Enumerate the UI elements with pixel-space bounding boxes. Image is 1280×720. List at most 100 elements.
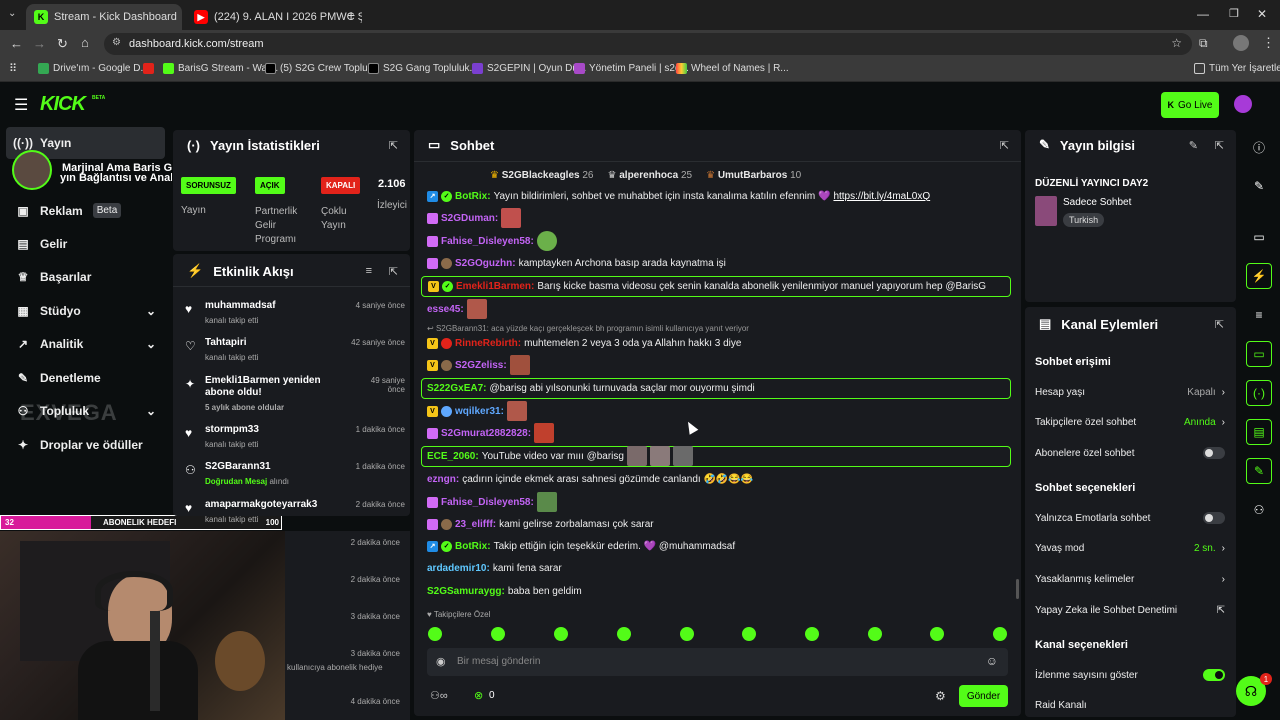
emote-quick-icon[interactable] [491,627,505,641]
filter-icon[interactable]: ≡ [366,265,372,277]
emote-quick-icon[interactable] [930,627,944,641]
slow-mode-option[interactable]: Yavaş mod 2 sn. › [1035,540,1225,556]
chat-message[interactable]: V S2GZeliss: [427,355,530,375]
popout-icon[interactable]: ⇱ [389,265,398,278]
extensions-icon[interactable]: ⧉ [1199,36,1208,51]
bookmark-item[interactable]: (5) S2G Crew Toplul... [265,63,378,74]
users-icon[interactable]: ⚇ [1246,497,1272,523]
ai-moderation-option[interactable]: Yapay Zeka ile Sohbet Denetimi ⇱ [1035,602,1225,618]
chat-message[interactable]: ↗ ✓ BotRix: Yayın bildirimleri, sohbet ve m… [427,187,930,205]
bookmark-item[interactable]: Wheel of Names | R... [676,63,789,74]
forward-icon[interactable]: → [33,36,46,51]
emote-only-toggle[interactable] [1203,512,1225,524]
bookmark-item[interactable]: Yönetim Paneli | s2g... [574,63,689,74]
chat-link[interactable]: https://bit.ly/4maL0xQ [833,191,930,202]
emote-quick-icon[interactable] [742,627,756,641]
emote-only-option[interactable]: Yalnızca Emotlarla sohbet [1035,510,1225,526]
sidebar-item-studyo[interactable]: ▦ Stüdyo ⌄ [16,304,156,318]
stats-icon[interactable]: ▭ [1246,224,1272,250]
chat-message[interactable]: V ✓ Emekli1Barmen: Barış kicke basma videos… [428,277,986,295]
emote-quick-icon[interactable] [428,627,442,641]
go-live-button[interactable]: K Go Live [1161,92,1219,118]
emote-quick-icon[interactable] [554,627,568,641]
chat-message[interactable]: Fahise_Disleyen58: [427,492,557,512]
chat-icon[interactable]: ▭ [1246,341,1272,367]
kick-logo[interactable]: KICK [40,93,86,116]
home-icon[interactable]: ⌂ [81,35,89,50]
subscribers-only-toggle[interactable] [1203,447,1225,459]
bookmark-star-icon[interactable]: ☆ [1171,36,1182,50]
chat-message[interactable]: ↗ ✓ BotRix: Takip ettiğin için teşekkür ede… [427,537,735,555]
raid-option[interactable]: Raid Kanalı [1035,697,1225,713]
chat-message[interactable]: ardademir10: kami fena sarar [427,559,562,577]
site-info-icon[interactable]: ⚙ [112,37,121,48]
hamburger-menu-icon[interactable]: ☰ [14,95,28,115]
sidebar-item-basarilar[interactable]: ♕ Başarılar [16,270,92,284]
edit-icon[interactable]: ✎ [1246,173,1272,199]
chat-message[interactable]: S222GxEA7: @barisg abi yılsonunki turnuva… [427,379,755,397]
edit-pencil-icon[interactable]: ✎ [1189,139,1198,152]
chat-input[interactable]: ◉ Bir mesaj gönderin ☺ [427,648,1008,676]
chat-message[interactable]: ezngn: çadırın içinde ekmek arası sahnesi… [427,470,753,488]
browser-tab-youtube[interactable]: ▶ (224) 9. ALAN I 2026 PMWC ŞA ✕ [186,4,362,30]
browser-menu-icon[interactable]: ⋮ [1262,35,1275,51]
bookmark-item[interactable] [143,63,154,74]
bookmark-item[interactable]: S2GEPIN | Oyun Dü... [472,63,586,74]
banned-words-option[interactable]: Yasaklanmış kelimeler › [1035,571,1225,587]
bookmark-item[interactable]: BarisG Stream - Wat... [163,63,278,74]
sidebar-item-reklam[interactable]: ▣ Reklam Beta [16,203,122,218]
tab-list-icon[interactable]: ⌄ [8,8,16,19]
emote-quick-icon[interactable] [617,627,631,641]
chat-message[interactable]: 23_elifff: kami gelirse zorbalaması çok s… [427,515,654,533]
sidebar-item-droplar[interactable]: ✦ Droplar ve ödüller [16,438,143,452]
chat-message[interactable]: esse45: [427,299,487,319]
account-age-option[interactable]: Hesap yaşı Kapalı › [1035,384,1225,400]
minimize-icon[interactable]: — [1197,7,1209,21]
leader-item[interactable]: ♛ UmutBarbaros 10 [706,170,801,181]
all-bookmarks[interactable]: Tüm Yer İşaretleri [1194,63,1280,74]
broadcast-icon[interactable]: (·) [1246,380,1272,406]
popout-icon[interactable]: ⇱ [1000,139,1009,152]
sidebar-item-gelir[interactable]: ▤ Gelir [16,237,67,251]
apps-grid-icon[interactable]: ⠿ [9,62,17,75]
popout-icon[interactable]: ⇱ [389,139,398,152]
show-viewers-toggle[interactable] [1203,669,1225,681]
user-avatar[interactable] [1234,95,1252,113]
chat-message[interactable]: Vwqilker31: [427,401,527,421]
send-button[interactable]: Gönder [959,685,1008,707]
browser-tab-kick[interactable]: K Stream - Kick Dashboard ✕ [26,4,182,30]
list-icon[interactable]: ≡ [1246,302,1272,328]
chat-message[interactable]: S2GOguzhn: kamptayken Archona basıp arada… [427,254,726,272]
popout-icon[interactable]: ⇱ [1215,318,1224,331]
emote-quick-icon[interactable] [993,627,1007,641]
leader-item[interactable]: ♛ S2GBlackeagles 26 [490,170,593,181]
subscribers-only-option[interactable]: Abonelere özel sohbet [1035,445,1225,461]
emote-quick-icon[interactable] [805,627,819,641]
chat-message[interactable]: V RinneRebirth: muhtemelen 2 veya 3 oda ya… [427,334,741,352]
reload-icon[interactable]: ↻ [57,36,68,52]
restore-icon[interactable]: ❐ [1229,7,1239,20]
wrench-icon[interactable]: ✎ [1246,458,1272,484]
back-icon[interactable]: ← [10,36,23,51]
chat-message[interactable]: S2GDuman: [427,208,522,228]
leader-item[interactable]: ♛ alperenhoca 25 [607,170,692,181]
server-icon[interactable]: ▤ [1246,419,1272,445]
chat-message[interactable]: S2Gmurat2882828: [427,423,555,443]
sidebar-item-denetleme[interactable]: ✎ Denetleme [16,371,101,385]
followers-only-option[interactable]: Takipçilere özel sohbet Anında › [1035,414,1225,430]
info-icon[interactable]: ⓘ [1246,134,1272,160]
new-tab-icon[interactable]: + [347,7,355,23]
sidebar-item-yayin[interactable]: ((·)) Yayın [13,136,71,150]
window-close-icon[interactable]: ✕ [1257,7,1267,21]
sidebar-item-analitik[interactable]: ↗ Analitik ⌄ [16,337,156,351]
users-infinity-icon[interactable]: ⚇∞ [430,689,448,702]
chat-message[interactable]: ECE_2060: YouTube video var mııı @barisg [427,446,693,466]
chat-message[interactable]: S2GSamuraygg: baba ben geldim [427,582,582,600]
popout-icon[interactable]: ⇱ [1215,139,1224,152]
activity-icon[interactable]: ⚡ [1246,263,1272,289]
chat-settings-shield-icon[interactable]: ◉ [436,655,446,668]
show-viewers-option[interactable]: İzlenme sayısını göster [1035,667,1225,683]
chat-message[interactable]: Fahise_Disleyen58: [427,231,557,251]
emote-quick-icon[interactable] [868,627,882,641]
category-name[interactable]: Sadece Sohbet [1063,197,1131,208]
